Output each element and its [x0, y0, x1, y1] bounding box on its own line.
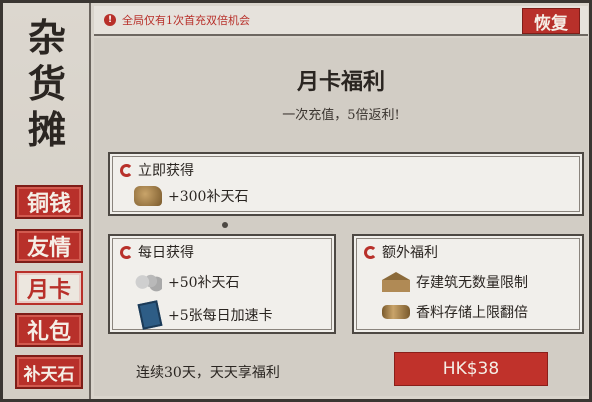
footer-text: 连续30天，天天享福利	[136, 365, 280, 381]
card-title: 月卡福利	[296, 69, 385, 95]
instant-reward-panel: 立即获得 +300补天石	[108, 152, 584, 216]
reward-text: +300补天石	[168, 189, 249, 205]
daily-heading: 每日获得	[120, 242, 194, 262]
reward-row: 存建筑无数量限制	[382, 272, 528, 292]
shop-title-char: 杂	[27, 15, 66, 60]
reward-text: +50补天石	[168, 275, 240, 291]
extra-heading: 额外福利	[364, 242, 438, 262]
swirl-icon	[364, 245, 377, 259]
swirl-icon	[120, 245, 133, 259]
shop-title: 杂 货 摊	[3, 15, 91, 153]
reward-row: +50补天石	[134, 272, 240, 292]
monthly-card-panel: 月卡福利 一次充值，5倍返利! 立即获得 +300补天石 每日获得 +50补天石…	[94, 38, 588, 396]
coins-icon	[134, 272, 162, 292]
extra-reward-panel: 额外福利 存建筑无数量限制 香料存储上限翻倍	[352, 234, 584, 334]
shop-title-char: 摊	[27, 107, 66, 152]
tab-butianshi[interactable]: 补天石	[15, 355, 83, 389]
tab-friendship[interactable]: 友情	[15, 229, 83, 263]
reward-text: 香料存储上限翻倍	[416, 305, 528, 321]
reward-row: 香料存储上限翻倍	[382, 302, 528, 322]
tab-copper-coins[interactable]: 铜钱	[15, 185, 83, 219]
daily-heading-label: 每日获得	[138, 245, 194, 261]
extra-heading-label: 额外福利	[382, 245, 438, 261]
instant-heading: 立即获得	[120, 160, 194, 180]
card-subtitle: 一次充值，5倍返利!	[282, 108, 400, 123]
stone-icon	[134, 186, 162, 206]
reward-text: 存建筑无数量限制	[416, 275, 528, 291]
shop-title-char: 货	[27, 61, 66, 106]
purchase-button[interactable]: HK$38	[394, 352, 548, 386]
reward-text: +5张每日加速卡	[168, 308, 273, 324]
tab-gift-pack[interactable]: 礼包	[15, 313, 83, 347]
building-icon	[382, 272, 410, 292]
sidebar: 杂 货 摊 铜钱 友情 月卡 礼包 补天石	[3, 3, 91, 399]
divider-dot	[222, 222, 228, 228]
reward-row: +300补天石	[134, 186, 248, 206]
restore-button[interactable]: 恢复	[522, 8, 580, 34]
tab-monthly-card[interactable]: 月卡	[15, 271, 83, 305]
alert-icon: !	[104, 14, 116, 26]
speedup-card-icon	[137, 300, 163, 330]
instant-heading-label: 立即获得	[138, 163, 194, 179]
daily-reward-panel: 每日获得 +50补天石 +5张每日加速卡	[108, 234, 336, 334]
notice-text: 全局仅有1次首充双倍机会	[122, 14, 250, 27]
scroll-icon	[382, 305, 410, 319]
notice-bar: ! 全局仅有1次首充双倍机会 恢复	[94, 6, 588, 36]
reward-row: +5张每日加速卡	[134, 300, 273, 330]
swirl-icon	[120, 163, 133, 177]
